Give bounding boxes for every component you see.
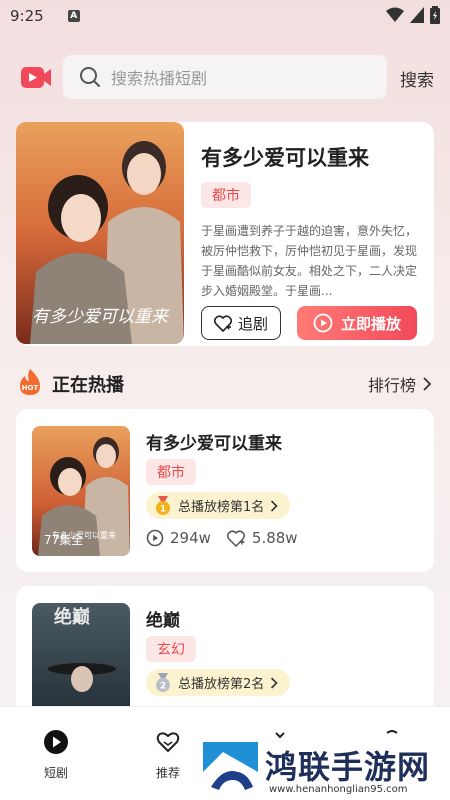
svg-text:1: 1 (160, 504, 166, 514)
play-now-label: 立即播放 (340, 314, 401, 333)
drama-title[interactable]: 绝巅 (146, 606, 180, 631)
ranking-link[interactable]: 排行榜 (368, 372, 432, 396)
drama-genre-tag: 都市 (146, 459, 196, 485)
rank-text: 总播放榜第1名 (178, 500, 265, 515)
hot-flame-icon: HOT (20, 369, 40, 395)
watermark: 鸿联手游网 www.henanhonglian95.com (203, 742, 450, 800)
search-row: 搜索热播短剧 搜索 (20, 55, 440, 99)
silver-medal-icon: 2 (156, 672, 170, 692)
section-header: HOT 正在热播 排行榜 (18, 368, 432, 398)
ranking-label: 排行榜 (367, 376, 416, 395)
status-time: 9:25 (10, 7, 44, 25)
list-item[interactable]: 有多少爱可以重来 77集全 有多少爱可以重来 都市 1 总播放榜第1名 294w… (16, 409, 434, 572)
like-count-value: 5.88w (251, 529, 298, 547)
section-title: 正在热播 (52, 375, 124, 396)
heart-add-icon (213, 314, 232, 332)
play-count-icon (146, 529, 164, 547)
battery-icon (430, 6, 440, 24)
svg-text:绝巅: 绝巅 (54, 606, 90, 628)
featured-description: 于星画遭到养子于越的迫害，意外失忆，被厉仲恺救下，厉仲恺初见于星画，发现于星画酷… (201, 224, 418, 298)
watermark-logo-icon (203, 742, 258, 797)
rank-text: 总播放榜第2名 (178, 677, 265, 692)
follow-label: 追剧 (237, 314, 268, 333)
chevron-right-icon (271, 676, 278, 689)
rank-badge[interactable]: 1 总播放榜第1名 (146, 492, 291, 519)
signal-icon (410, 7, 424, 23)
watermark-title: 鸿联手游网 (265, 748, 431, 786)
featured-poster[interactable]: 有多少爱可以重来 (16, 122, 184, 344)
like-count[interactable]: 5.88w (226, 529, 298, 547)
search-placeholder: 搜索热播短剧 (111, 69, 208, 88)
drama-stats: 294w 5.88w (146, 529, 298, 547)
play-circle-icon (44, 730, 68, 754)
play-icon (313, 313, 333, 333)
chevron-right-icon (271, 499, 278, 512)
poster-image: 有多少爱可以重来 (16, 122, 184, 344)
status-icons (386, 6, 440, 24)
nav-label: 推荐 (155, 766, 180, 780)
nav-label: 短剧 (43, 766, 68, 780)
play-count: 294w (146, 529, 211, 547)
gold-medal-icon: 1 (156, 495, 170, 515)
search-icon (80, 67, 100, 87)
search-input[interactable]: 搜索热播短剧 (63, 55, 387, 99)
episode-count: 77集全 (44, 533, 84, 547)
follow-drama-button[interactable]: 追剧 (201, 306, 281, 340)
svg-text:HOT: HOT (22, 384, 39, 392)
svg-text:2: 2 (160, 681, 166, 691)
play-count-value: 294w (170, 529, 211, 547)
notification-a-icon: A (67, 10, 80, 22)
heart-icon (156, 732, 180, 753)
drama-title[interactable]: 有多少爱可以重来 (146, 429, 282, 454)
featured-drama-card[interactable]: 有多少爱可以重来 有多少爱可以重来 都市 于星画遭到养子于越的迫害，意外失忆，被… (16, 122, 434, 346)
list-item[interactable]: 绝巅 绝巅 玄幻 2 总播放榜第2名 (16, 586, 434, 733)
nav-tab-shorts[interactable]: 短剧 (26, 729, 86, 781)
nav-tab-recommend[interactable]: 推荐 (138, 729, 198, 781)
featured-title[interactable]: 有多少爱可以重来 (201, 142, 369, 172)
search-button[interactable]: 搜索 (400, 66, 434, 91)
app-logo-icon (21, 67, 51, 88)
featured-genre-tag: 都市 (201, 182, 251, 208)
rank-badge[interactable]: 2 总播放榜第2名 (146, 669, 291, 696)
status-bar: 9:25 A (0, 0, 450, 32)
drama-genre-tag: 玄幻 (146, 636, 196, 662)
play-now-button[interactable]: 立即播放 (297, 306, 417, 340)
wifi-icon (386, 7, 404, 22)
watermark-url: www.henanhonglian95.com (269, 784, 408, 795)
heart-add-icon (226, 529, 245, 547)
poster-title-text: 有多少爱可以重来 (32, 307, 170, 327)
chevron-right-icon (423, 377, 432, 391)
drama-poster[interactable]: 有多少爱可以重来 77集全 (32, 426, 130, 556)
